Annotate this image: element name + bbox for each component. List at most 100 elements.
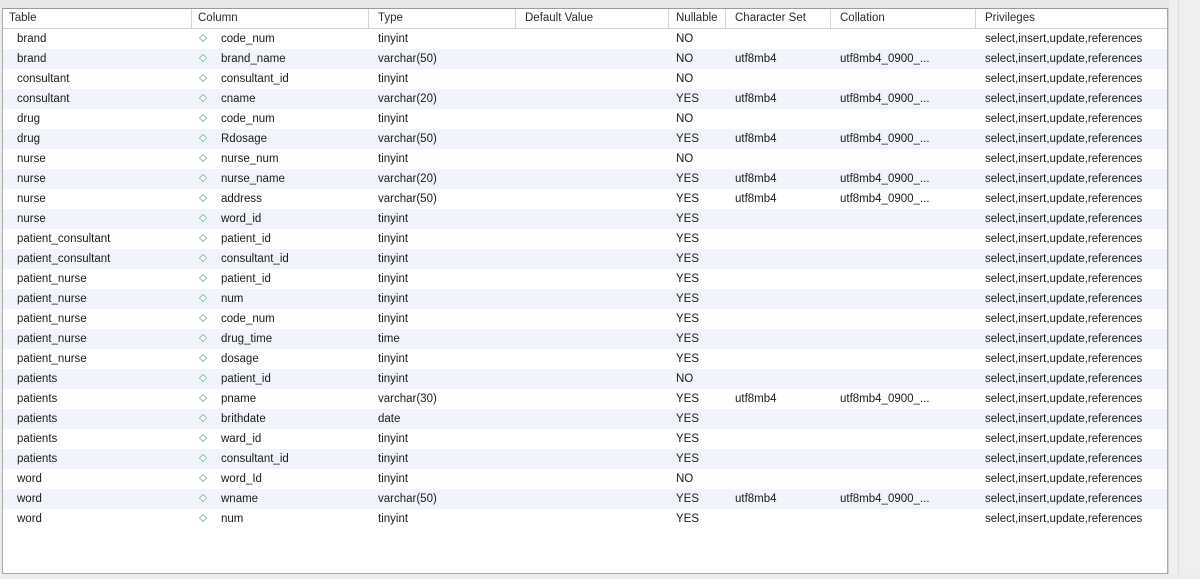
table-row[interactable]: patients patient_id tinyint NO select,insert… — [3, 369, 1167, 389]
cell-priv[interactable]: select,insert,update,references — [975, 329, 1167, 349]
cell-coll[interactable] — [830, 289, 975, 309]
cell-table[interactable]: nurse — [3, 169, 191, 189]
table-row[interactable]: patients consultant_id tinyint YES select,in… — [3, 449, 1167, 469]
cell-default[interactable] — [515, 249, 668, 269]
column-header-character-set[interactable]: Character Set — [725, 9, 830, 28]
cell-priv[interactable]: select,insert,update,references — [975, 189, 1167, 209]
cell-default[interactable] — [515, 369, 668, 389]
cell-table[interactable]: patients — [3, 429, 191, 449]
cell-null[interactable]: YES — [668, 249, 725, 269]
cell-null[interactable]: NO — [668, 69, 725, 89]
cell-null[interactable]: YES — [668, 349, 725, 369]
cell-table[interactable]: patient_consultant — [3, 249, 191, 269]
cell-type[interactable]: tinyint — [368, 209, 515, 229]
cell-table[interactable]: brand — [3, 29, 191, 49]
column-header-type[interactable]: Type — [368, 9, 515, 28]
cell-column[interactable]: dosage — [191, 349, 368, 369]
cell-charset[interactable] — [725, 409, 830, 429]
cell-coll[interactable] — [830, 249, 975, 269]
cell-priv[interactable]: select,insert,update,references — [975, 129, 1167, 149]
cell-priv[interactable]: select,insert,update,references — [975, 389, 1167, 409]
table-row[interactable]: brand code_num tinyint NO select,insert,upda… — [3, 29, 1167, 49]
cell-type[interactable]: tinyint — [368, 229, 515, 249]
cell-charset[interactable] — [725, 269, 830, 289]
cell-default[interactable] — [515, 209, 668, 229]
cell-null[interactable]: NO — [668, 469, 725, 489]
cell-charset[interactable]: utf8mb4 — [725, 489, 830, 509]
cell-null[interactable]: YES — [668, 169, 725, 189]
cell-default[interactable] — [515, 269, 668, 289]
cell-default[interactable] — [515, 169, 668, 189]
cell-null[interactable]: NO — [668, 49, 725, 69]
table-row[interactable]: patient_consultant patient_id tinyint YES se… — [3, 229, 1167, 249]
cell-type[interactable]: tinyint — [368, 509, 515, 529]
schema-results-grid[interactable]: Table Column Type Default Value Nullable… — [2, 8, 1168, 574]
cell-table[interactable]: nurse — [3, 149, 191, 169]
cell-table[interactable]: patient_nurse — [3, 309, 191, 329]
cell-priv[interactable]: select,insert,update,references — [975, 509, 1167, 529]
cell-null[interactable]: YES — [668, 449, 725, 469]
cell-default[interactable] — [515, 69, 668, 89]
cell-default[interactable] — [515, 429, 668, 449]
cell-charset[interactable] — [725, 449, 830, 469]
cell-priv[interactable]: select,insert,update,references — [975, 469, 1167, 489]
cell-default[interactable] — [515, 389, 668, 409]
cell-table[interactable]: patients — [3, 389, 191, 409]
cell-null[interactable]: YES — [668, 209, 725, 229]
cell-null[interactable]: NO — [668, 149, 725, 169]
table-row[interactable]: consultant cname varchar(20) YES utf8mb4 utf8… — [3, 89, 1167, 109]
cell-table[interactable]: drug — [3, 129, 191, 149]
cell-table[interactable]: patients — [3, 369, 191, 389]
cell-default[interactable] — [515, 229, 668, 249]
table-row[interactable]: word wname varchar(50) YES utf8mb4 utf8mb4_09… — [3, 489, 1167, 509]
cell-column[interactable]: consultant_id — [191, 249, 368, 269]
cell-type[interactable]: tinyint — [368, 469, 515, 489]
cell-charset[interactable] — [725, 149, 830, 169]
cell-default[interactable] — [515, 409, 668, 429]
cell-coll[interactable] — [830, 69, 975, 89]
cell-coll[interactable] — [830, 449, 975, 469]
grid-body[interactable]: brand code_num tinyint NO select,insert,upda… — [3, 29, 1167, 529]
cell-null[interactable]: NO — [668, 369, 725, 389]
cell-charset[interactable]: utf8mb4 — [725, 169, 830, 189]
table-row[interactable]: consultant consultant_id tinyint NO select,i… — [3, 69, 1167, 89]
table-row[interactable]: patients brithdate date YES select,insert,up… — [3, 409, 1167, 429]
cell-coll[interactable] — [830, 429, 975, 449]
cell-column[interactable]: ward_id — [191, 429, 368, 449]
table-row[interactable]: patient_nurse num tinyint YES select,insert,… — [3, 289, 1167, 309]
cell-column[interactable]: code_num — [191, 309, 368, 329]
cell-charset[interactable] — [725, 509, 830, 529]
cell-column[interactable]: address — [191, 189, 368, 209]
cell-coll[interactable] — [830, 469, 975, 489]
cell-column[interactable]: patient_id — [191, 229, 368, 249]
cell-type[interactable]: tinyint — [368, 449, 515, 469]
cell-default[interactable] — [515, 469, 668, 489]
table-row[interactable]: word num tinyint YES select,insert,update,re… — [3, 509, 1167, 529]
cell-type[interactable]: varchar(30) — [368, 389, 515, 409]
cell-null[interactable]: YES — [668, 409, 725, 429]
cell-priv[interactable]: select,insert,update,references — [975, 149, 1167, 169]
cell-charset[interactable] — [725, 29, 830, 49]
cell-null[interactable]: NO — [668, 29, 725, 49]
cell-null[interactable]: YES — [668, 329, 725, 349]
cell-coll[interactable]: utf8mb4_0900_... — [830, 189, 975, 209]
cell-column[interactable]: nurse_num — [191, 149, 368, 169]
cell-coll[interactable]: utf8mb4_0900_... — [830, 169, 975, 189]
cell-null[interactable]: YES — [668, 489, 725, 509]
cell-table[interactable]: consultant — [3, 69, 191, 89]
column-header-table[interactable]: Table — [3, 9, 191, 28]
cell-type[interactable]: tinyint — [368, 69, 515, 89]
cell-default[interactable] — [515, 289, 668, 309]
cell-charset[interactable]: utf8mb4 — [725, 89, 830, 109]
cell-table[interactable]: patient_nurse — [3, 329, 191, 349]
cell-default[interactable] — [515, 149, 668, 169]
cell-priv[interactable]: select,insert,update,references — [975, 289, 1167, 309]
cell-priv[interactable]: select,insert,update,references — [975, 449, 1167, 469]
cell-default[interactable] — [515, 109, 668, 129]
cell-table[interactable]: patient_nurse — [3, 289, 191, 309]
cell-column[interactable]: word_Id — [191, 469, 368, 489]
cell-null[interactable]: YES — [668, 289, 725, 309]
cell-column[interactable]: consultant_id — [191, 69, 368, 89]
cell-coll[interactable]: utf8mb4_0900_... — [830, 129, 975, 149]
cell-table[interactable]: drug — [3, 109, 191, 129]
